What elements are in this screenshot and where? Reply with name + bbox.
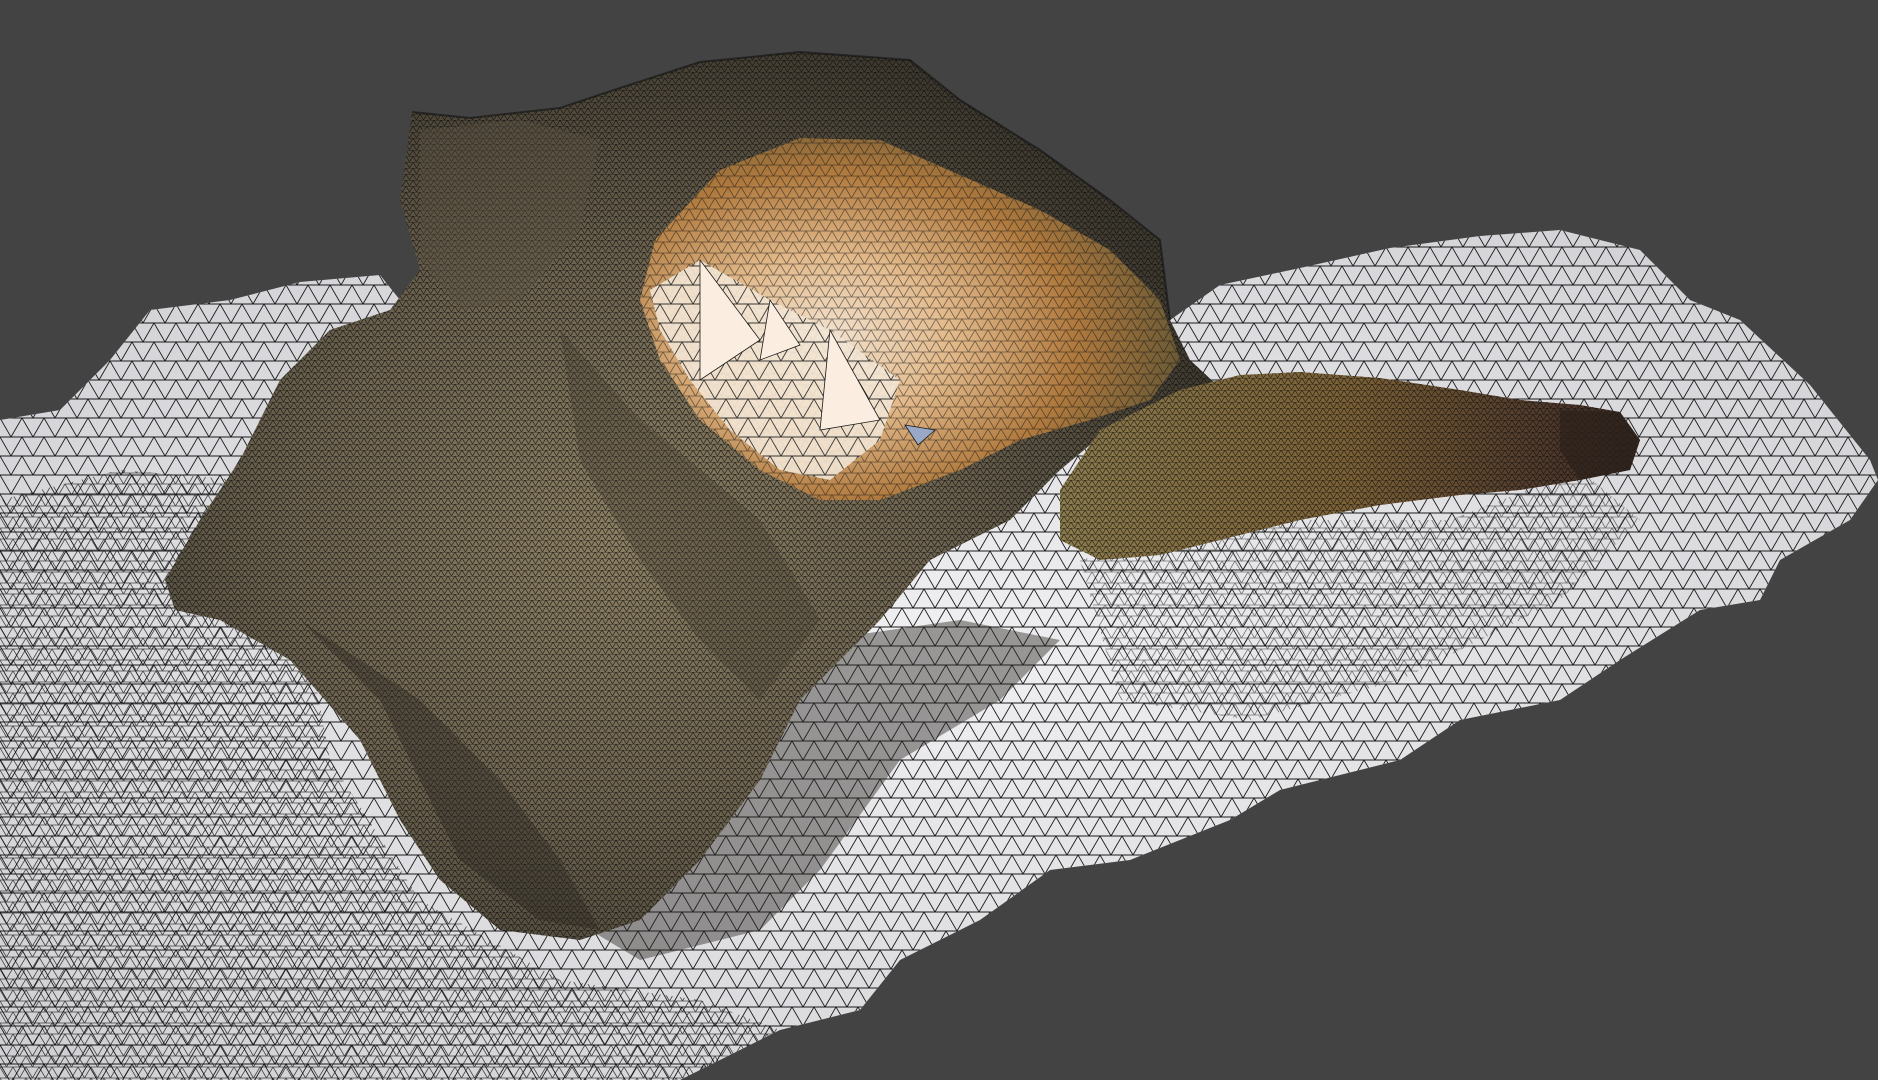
mesh-render[interactable] [0,0,1878,1080]
3d-viewport[interactable] [0,0,1878,1080]
